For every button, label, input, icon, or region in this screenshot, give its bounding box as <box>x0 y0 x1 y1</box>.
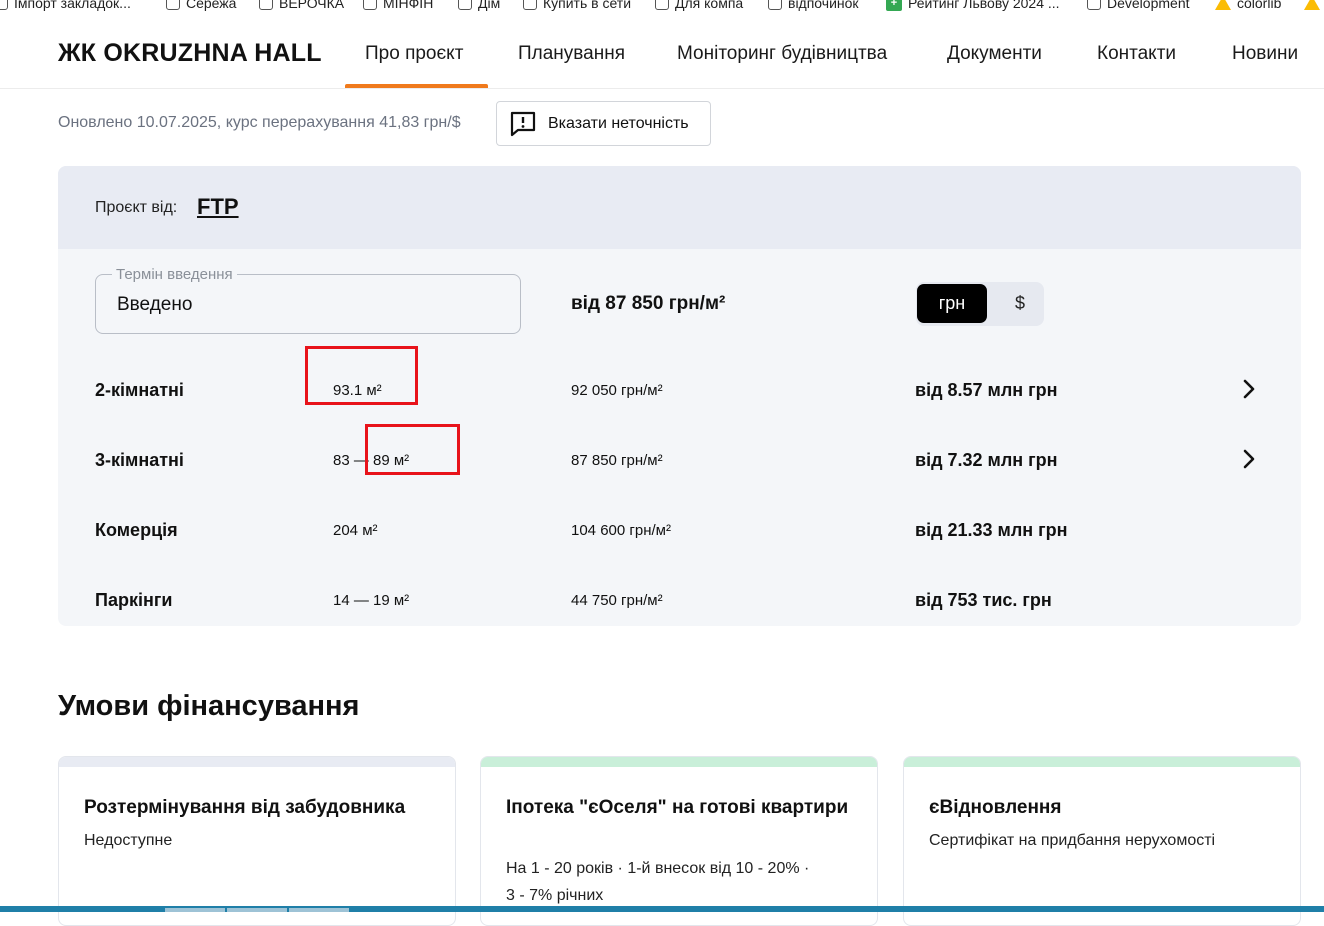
folder-icon <box>166 0 180 10</box>
bookmark-import[interactable]: Імпорт закладок... <box>0 0 131 12</box>
report-inaccuracy-button[interactable]: Вказати неточність <box>496 101 711 146</box>
card-title: Розтермінування від забудовника <box>84 797 406 818</box>
card-title: єВідновлення <box>929 797 1062 818</box>
term-select-label: Термін введення <box>112 266 237 283</box>
folder-icon <box>1087 0 1101 10</box>
row-price-per-m2: 44 750 грн/м² <box>571 592 663 609</box>
card-strip <box>481 757 877 767</box>
currency-toggle: грн $ <box>916 282 1044 326</box>
os-taskbar <box>0 906 1324 912</box>
apartment-row-commercial: Комерція 204 м² 104 600 грн/м² від 21.33… <box>58 506 1301 576</box>
update-info: Оновлено 10.07.2025, курс перерахування … <box>58 114 461 131</box>
folder-icon <box>458 0 472 10</box>
bookmarks-bar: Імпорт закладок... Сережа ВЕРОЧКА МІНФІН… <box>0 0 1324 14</box>
bookmark-serezha[interactable]: Сережа <box>166 0 236 12</box>
message-alert-icon <box>510 111 536 136</box>
bookmark-kupit[interactable]: Купить в сети <box>523 0 631 12</box>
drive-icon <box>1304 0 1320 10</box>
chevron-right-icon[interactable] <box>1240 448 1258 470</box>
nav-news[interactable]: Новини <box>1232 43 1298 65</box>
bookmark-drive-overflow[interactable] <box>1304 0 1320 12</box>
drive-icon <box>1215 0 1231 10</box>
nav-monitoring[interactable]: Моніторинг будівництва <box>677 43 887 65</box>
row-price-per-m2: 104 600 грн/м² <box>571 522 671 539</box>
annotation-box <box>365 424 460 475</box>
bookmark-vidpochynok[interactable]: відпочинок <box>768 0 859 12</box>
card-title: Іпотека "єОселя" на готові квартири <box>506 797 849 818</box>
bookmark-minfin[interactable]: МІНФІН <box>363 0 433 12</box>
annotation-box <box>305 346 418 405</box>
site-navbar: ЖК OKRUZHNA HALL Про проєкт Планування М… <box>0 14 1324 89</box>
row-type: Паркінги <box>95 590 173 610</box>
active-tab-indicator <box>345 84 488 88</box>
bookmark-dlya-kompa[interactable]: Для компа <box>655 0 743 12</box>
financing-card-evidnovlennya[interactable]: єВідновлення Сертифікат на придбання нер… <box>903 756 1301 926</box>
bookmark-reityng[interactable]: + Рейтинг Львову 2024 ... <box>886 0 1060 12</box>
row-type: Комерція <box>95 520 178 540</box>
row-price-per-m2: 87 850 грн/м² <box>571 452 663 469</box>
folder-icon <box>523 0 537 10</box>
developer-link[interactable]: FTP <box>197 194 239 220</box>
bookmark-verochka[interactable]: ВЕРОЧКА <box>259 0 344 12</box>
developer-label: Проєкт від: <box>95 199 178 216</box>
row-price-per-m2: 92 050 грн/м² <box>571 382 663 399</box>
financing-card-installment[interactable]: Розтермінування від забудовника Недоступ… <box>58 756 456 926</box>
bookmark-dim[interactable]: Дім <box>458 0 500 12</box>
financing-card-mortgage[interactable]: Іпотека "єОселя" на готові квартири На 1… <box>480 756 878 926</box>
row-total-price: від 753 тис. грн <box>915 590 1052 610</box>
row-area: 14 — 19 м² <box>333 592 410 609</box>
taskbar-button[interactable] <box>289 908 349 912</box>
card-description: 3 - 7% річних <box>506 887 604 904</box>
folder-icon <box>768 0 782 10</box>
taskbar-button[interactable] <box>165 908 225 912</box>
bookmark-development[interactable]: Development <box>1087 0 1190 12</box>
card-strip <box>59 757 455 767</box>
nav-documents[interactable]: Документи <box>947 43 1042 65</box>
folder-icon <box>655 0 669 10</box>
row-total-price: від 8.57 млн грн <box>915 380 1058 400</box>
folder-icon <box>363 0 377 10</box>
card-description: Сертифікат на придбання нерухомості <box>929 832 1216 849</box>
term-select-value: Введено <box>117 294 193 315</box>
folder-icon <box>259 0 273 10</box>
currency-usd-button[interactable]: $ <box>1000 284 1040 323</box>
row-total-price: від 21.33 млн грн <box>915 520 1068 540</box>
sheets-icon: + <box>886 0 902 11</box>
card-description: Недоступне <box>84 832 173 849</box>
card-strip <box>904 757 1300 767</box>
row-type: 2-кімнатні <box>95 380 184 400</box>
bookmark-colorlib[interactable]: colorlib <box>1215 0 1281 12</box>
developer-header: Проєкт від: FTP <box>58 166 1301 249</box>
card-description: На 1 - 20 років · 1-й внесок від 10 - 20… <box>506 860 810 877</box>
row-type: 3-кімнатні <box>95 450 184 470</box>
apartment-row-3room[interactable]: 3-кімнатні 83 — 89 м² 87 850 грн/м² від … <box>58 436 1301 506</box>
site-logo[interactable]: ЖК OKRUZHNA HALL <box>58 39 322 68</box>
term-select[interactable]: Термін введення Введено <box>95 266 521 334</box>
row-total-price: від 7.32 млн грн <box>915 450 1058 470</box>
nav-planning[interactable]: Планування <box>518 43 625 65</box>
nav-about[interactable]: Про проєкт <box>365 43 463 65</box>
apartment-row-2room[interactable]: 2-кімнатні 93.1 м² 92 050 грн/м² від 8.5… <box>58 366 1301 436</box>
chevron-right-icon[interactable] <box>1240 378 1258 400</box>
financing-title: Умови фінансування <box>58 690 360 722</box>
folder-icon <box>0 0 8 10</box>
report-button-label: Вказати неточність <box>548 114 689 132</box>
apartment-row-parking: Паркінги 14 — 19 м² 44 750 грн/м² від 75… <box>58 576 1301 626</box>
nav-contacts[interactable]: Контакти <box>1097 43 1176 65</box>
price-from: від 87 850 грн/м² <box>571 293 726 314</box>
currency-uah-button[interactable]: грн <box>917 284 987 323</box>
taskbar-button[interactable] <box>227 908 287 912</box>
row-area: 204 м² <box>333 522 378 539</box>
project-summary-panel: Проєкт від: FTP Термін введення Введено … <box>58 166 1301 626</box>
